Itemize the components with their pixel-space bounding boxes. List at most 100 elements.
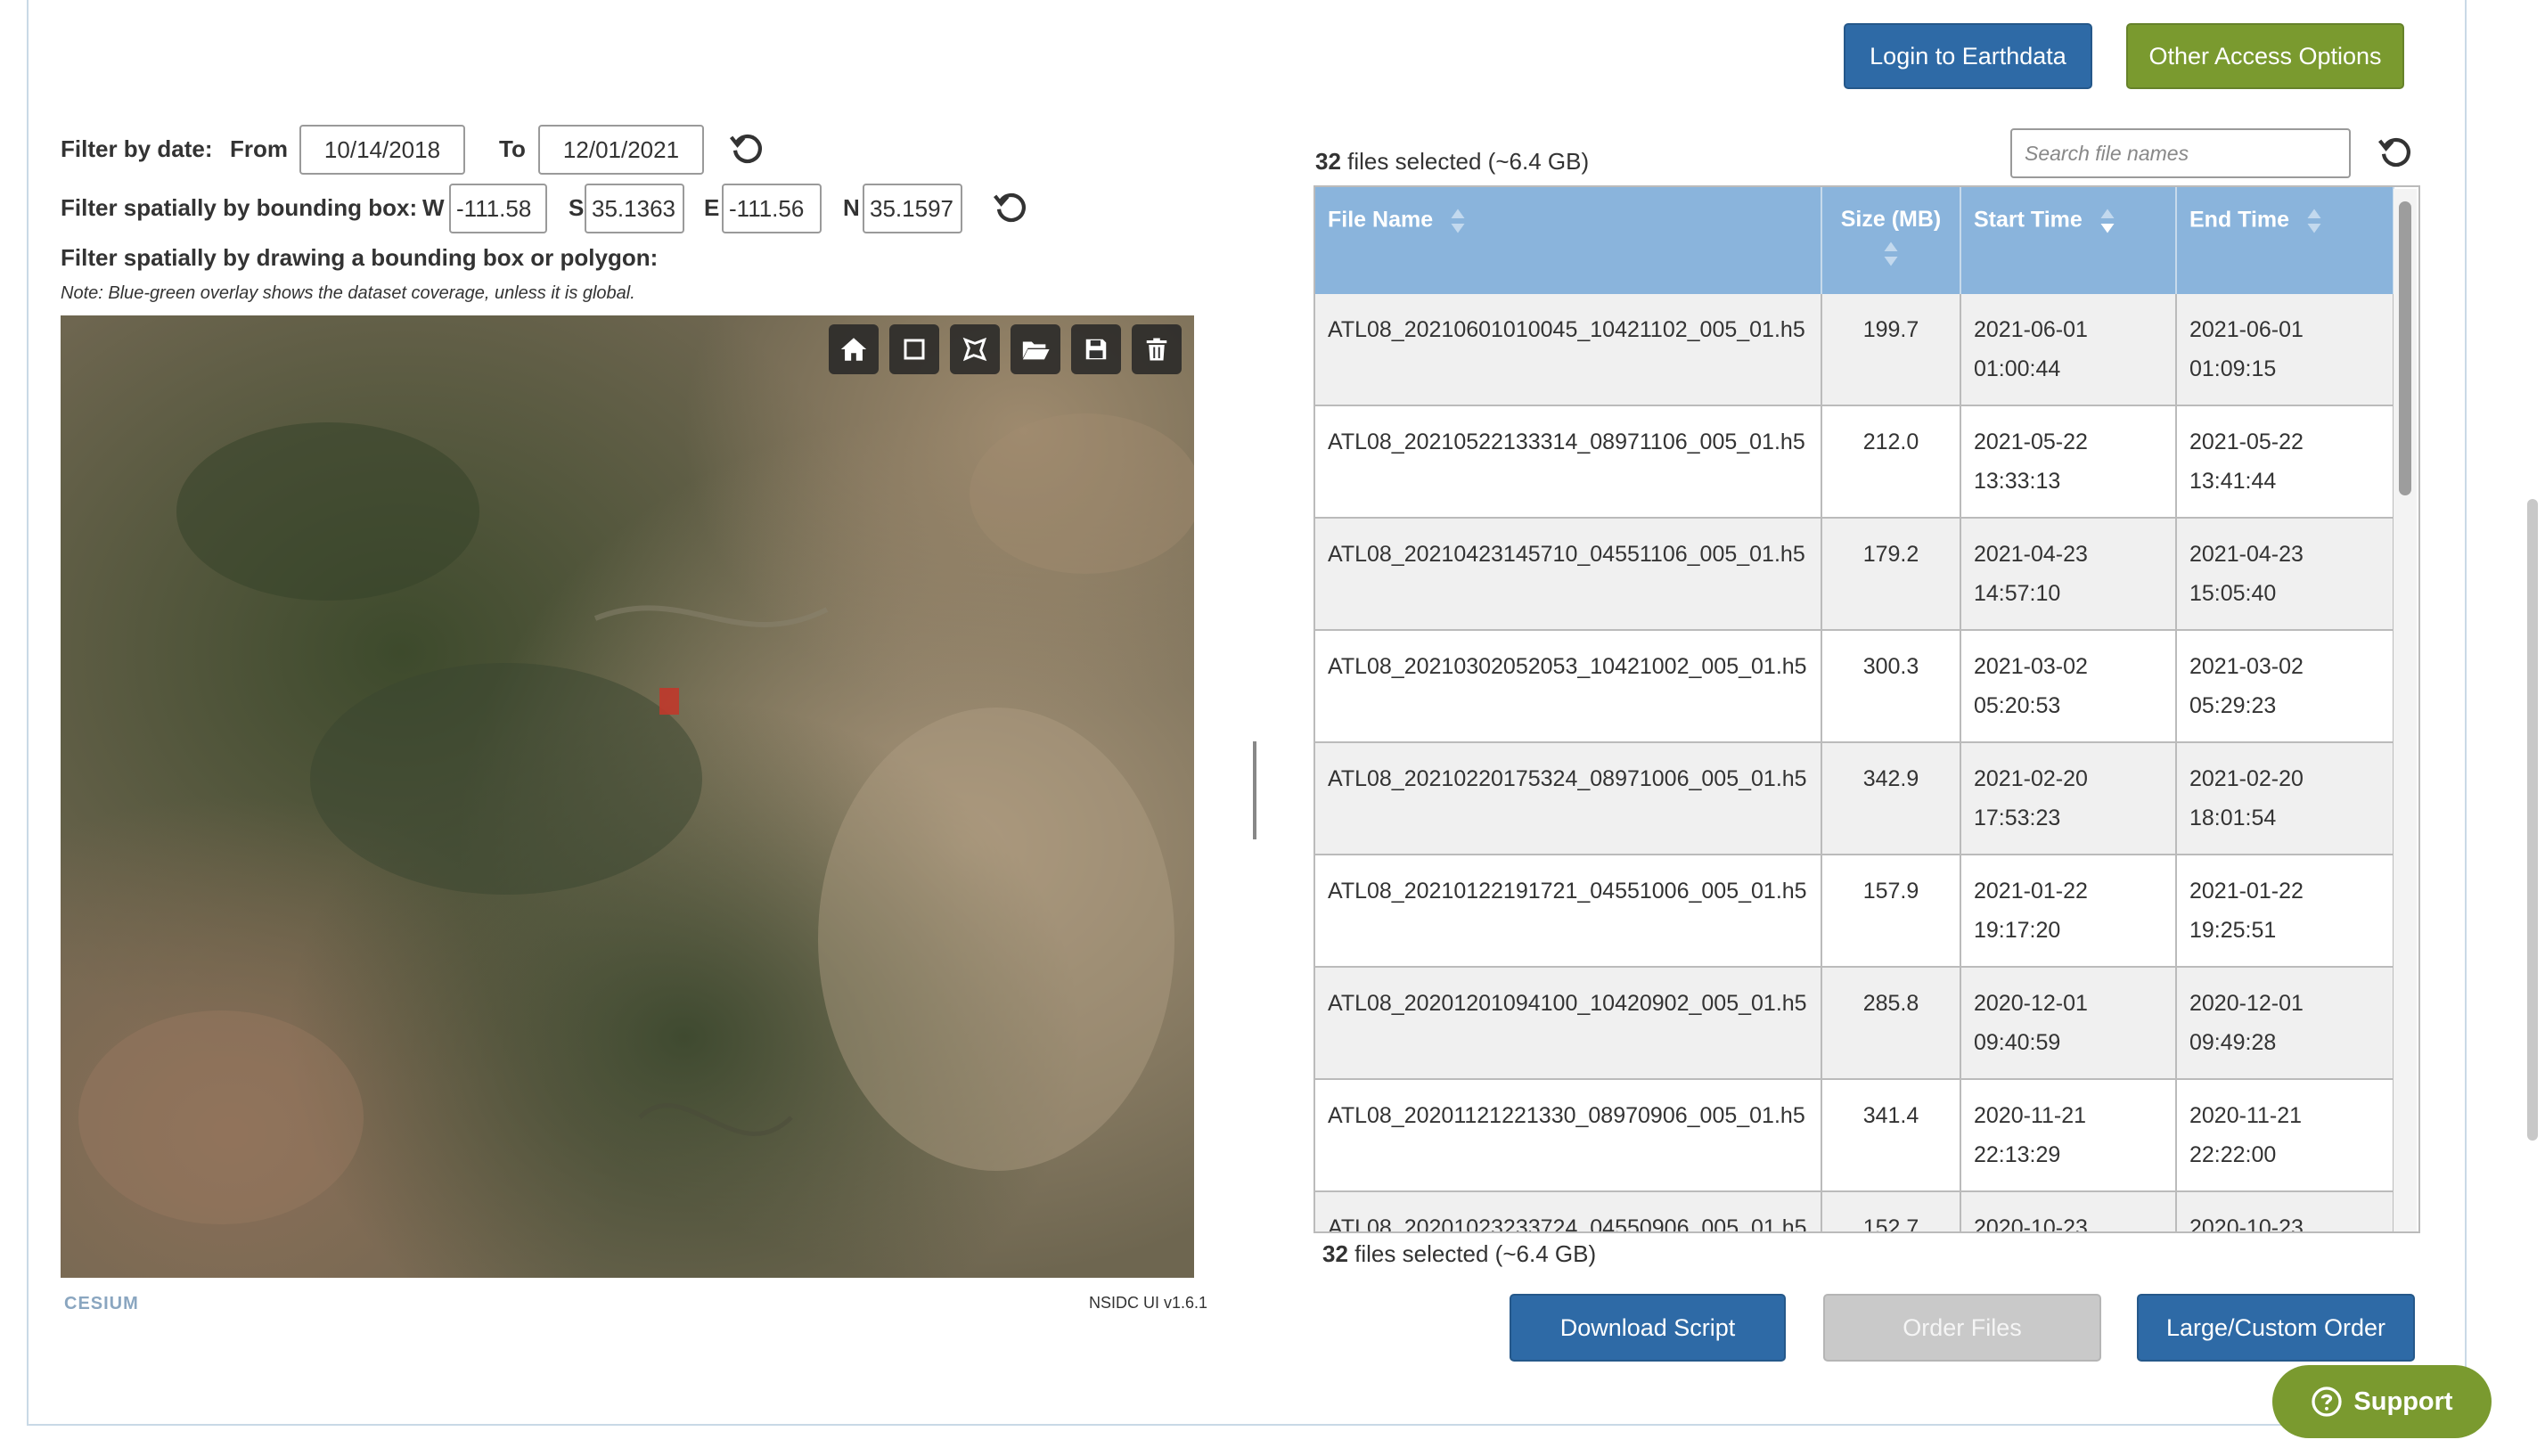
to-date-input[interactable]: 12/01/2021 [538,125,704,175]
table-scrollbar[interactable] [2394,189,2417,1231]
files-selected-summary-bottom: 32 files selected (~6.4 GB) [1322,1240,1596,1268]
to-label: To [499,135,526,162]
start-time-cell: 2020-11-21 22:13:29 [1960,1079,2177,1192]
sort-icon[interactable] [1450,207,1466,235]
table-row[interactable]: ATL08_20201121221330_08970906_005_01.h5 … [1315,1079,2394,1192]
table-row[interactable]: ATL08_20210122191721_04551006_005_01.h5 … [1315,855,2394,968]
table-row[interactable]: ATL08_20201201094100_10420902_005_01.h5 … [1315,967,2394,1080]
north-label: N [843,194,860,221]
east-label: E [704,194,720,221]
help-icon [2312,1386,2343,1417]
reset-bbox-icon[interactable] [993,189,1030,226]
reset-search-icon[interactable] [2377,134,2415,171]
download-script-button[interactable]: Download Script [1510,1294,1786,1362]
cesium-logo: CESIUM [64,1294,139,1313]
bbox-filter-label: Filter spatially by bounding box: [61,194,418,221]
folder-open-icon[interactable] [1011,324,1060,374]
end-time-cell: 2021-01-22 19:25:51 [2176,855,2394,968]
files-selected-text: files selected (~6.4 GB) [1347,148,1590,175]
file-table-container: File Name Size (MB) Start Time End Time [1313,185,2420,1233]
from-label: From [230,135,288,162]
start-time-cell: 2020-12-01 09:40:59 [1960,967,2177,1080]
table-row[interactable]: ATL08_20210220175324_08971006_005_01.h5 … [1315,742,2394,855]
polygon-icon[interactable] [950,324,1000,374]
search-file-names-input[interactable]: Search file names [2010,128,2351,178]
column-header-end-time[interactable]: End Time [2176,187,2394,294]
reset-date-icon[interactable] [729,130,766,168]
table-row[interactable]: ATL08_20201023233724_04550906_005_01.h5 … [1315,1191,2394,1231]
file-size-cell: 300.3 [1821,630,1961,743]
sort-icon[interactable] [2306,207,2322,235]
home-icon[interactable] [829,324,879,374]
map-toolbar [829,324,1182,374]
start-time-cell: 2020-10-23 23:37:35 [1960,1191,2177,1231]
west-input[interactable]: -111.58 [449,184,547,233]
files-count: 32 [1322,1240,1348,1267]
south-label: S [569,194,585,221]
west-label: W [422,194,445,221]
table-row[interactable]: ATL08_20210302052053_10421002_005_01.h5 … [1315,630,2394,743]
end-time-cell: 2021-06-01 01:09:15 [2176,294,2394,406]
east-input[interactable]: -111.56 [722,184,822,233]
from-date-input[interactable]: 10/14/2018 [299,125,465,175]
end-time-cell: 2020-11-21 22:22:00 [2176,1079,2394,1192]
end-time-cell: 2021-05-22 13:41:44 [2176,405,2394,519]
panel-splitter[interactable] [1253,741,1256,839]
column-header-start-time[interactable]: Start Time [1960,187,2177,294]
file-size-cell: 179.2 [1821,518,1961,631]
end-time-cell: 2021-04-23 15:05:40 [2176,518,2394,631]
files-count: 32 [1315,148,1341,175]
file-name-cell: ATL08_20210220175324_08971006_005_01.h5 [1315,742,1822,855]
order-files-button[interactable]: Order Files [1823,1294,2101,1362]
file-table: File Name Size (MB) Start Time End Time [1315,187,2394,1231]
map-viewer[interactable] [61,315,1194,1278]
table-scroll-thumb[interactable] [2399,201,2411,495]
sort-descending-icon[interactable] [2099,207,2115,235]
end-time-cell: 2021-03-02 05:29:23 [2176,630,2394,743]
start-time-cell: 2021-03-02 05:20:53 [1960,630,2177,743]
support-button[interactable]: Support [2272,1365,2492,1438]
rectangle-icon[interactable] [889,324,939,374]
start-time-cell: 2021-01-22 19:17:20 [1960,855,2177,968]
file-size-cell: 157.9 [1821,855,1961,968]
login-earthdata-button[interactable]: Login to Earthdata [1844,23,2092,89]
column-header-size[interactable]: Size (MB) [1821,187,1961,294]
column-header-file-name[interactable]: File Name [1315,187,1822,294]
file-size-cell: 285.8 [1821,967,1961,1080]
file-name-cell: ATL08_20201023233724_04550906_005_01.h5 [1315,1191,1822,1231]
trash-icon[interactable] [1132,324,1182,374]
draw-filter-label: Filter spatially by drawing a bounding b… [61,244,659,271]
table-row[interactable]: ATL08_20210522133314_08971106_005_01.h5 … [1315,405,2394,519]
table-row[interactable]: ATL08_20210601010045_10421102_005_01.h5 … [1315,294,2394,406]
table-row[interactable]: ATL08_20210423145710_04551106_005_01.h5 … [1315,518,2394,631]
file-size-cell: 341.4 [1821,1079,1961,1192]
file-size-cell: 199.7 [1821,294,1961,406]
satellite-imagery [61,315,1194,1278]
sort-icon[interactable] [1883,240,1899,268]
large-custom-order-button[interactable]: Large/Custom Order [2137,1294,2415,1362]
file-name-cell: ATL08_20201121221330_08970906_005_01.h5 [1315,1079,1822,1192]
file-name-cell: ATL08_20210423145710_04551106_005_01.h5 [1315,518,1822,631]
save-icon[interactable] [1071,324,1121,374]
start-time-cell: 2021-02-20 17:53:23 [1960,742,2177,855]
other-access-options-button[interactable]: Other Access Options [2126,23,2404,89]
end-time-cell: 2020-10-23 23:45:54 [2176,1191,2394,1231]
coverage-note: Note: Blue-green overlay shows the datas… [61,283,635,303]
selected-area-marker [659,688,679,715]
north-input[interactable]: 35.1597 [863,184,962,233]
end-time-cell: 2021-02-20 18:01:54 [2176,742,2394,855]
table-header-row: File Name Size (MB) Start Time End Time [1315,187,2394,294]
start-time-cell: 2021-04-23 14:57:10 [1960,518,2177,631]
file-name-cell: ATL08_20201201094100_10420902_005_01.h5 [1315,967,1822,1080]
filter-date-label: Filter by date: [61,135,213,162]
support-label: Support [2353,1386,2453,1416]
file-name-cell: ATL08_20210601010045_10421102_005_01.h5 [1315,294,1822,406]
start-time-cell: 2021-06-01 01:00:44 [1960,294,2177,406]
south-input[interactable]: 35.1363 [585,184,684,233]
file-name-cell: ATL08_20210122191721_04551006_005_01.h5 [1315,855,1822,968]
files-selected-text: files selected (~6.4 GB) [1354,1240,1597,1267]
ui-version: NSIDC UI v1.6.1 [1089,1294,1208,1312]
file-size-cell: 342.9 [1821,742,1961,855]
file-name-cell: ATL08_20210522133314_08971106_005_01.h5 [1315,405,1822,519]
page-scrollbar[interactable] [2527,499,2538,1141]
